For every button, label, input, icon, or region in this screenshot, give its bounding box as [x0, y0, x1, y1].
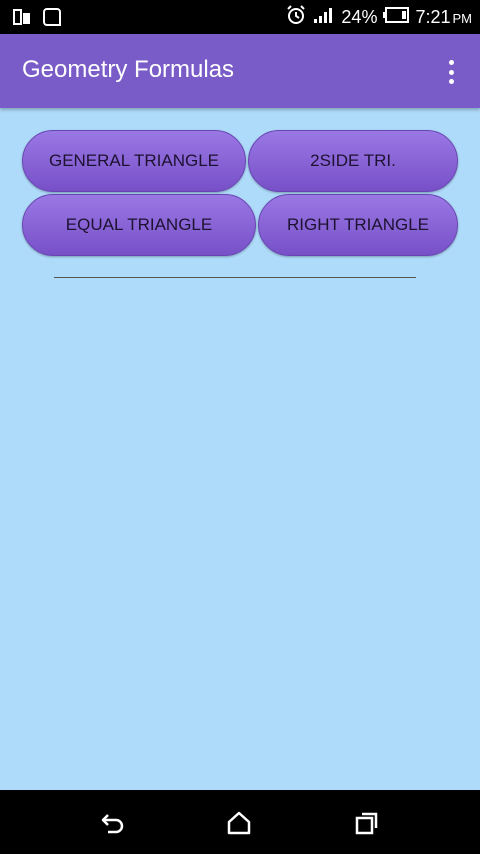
two-side-triangle-button[interactable]: 2SIDE TRI. — [248, 130, 458, 192]
signal-icon — [313, 6, 335, 29]
app-bar: Geometry Formulas — [0, 34, 480, 108]
overflow-menu-icon[interactable] — [442, 58, 460, 86]
recent-apps-icon[interactable] — [352, 808, 382, 838]
alarm-icon — [285, 4, 307, 31]
divider — [54, 277, 416, 278]
notification-icons — [12, 7, 62, 32]
status-bar: 24% 7:21 PM — [0, 0, 480, 34]
system-status: 24% 7:21 PM — [285, 0, 472, 34]
main-content: GENERAL TRIANGLE 2SIDE TRI. EQUAL TRIANG… — [0, 108, 480, 790]
equal-triangle-button[interactable]: EQUAL TRIANGLE — [22, 194, 256, 256]
battery-percent: 24% — [341, 6, 378, 27]
navigation-bar — [0, 790, 480, 854]
back-icon[interactable] — [98, 808, 128, 838]
dual-screen-icon — [12, 7, 32, 32]
right-triangle-button[interactable]: RIGHT TRIANGLE — [258, 194, 458, 256]
general-triangle-button[interactable]: GENERAL TRIANGLE — [22, 130, 246, 192]
clock: 7:21 PM — [415, 6, 472, 27]
home-icon[interactable] — [224, 808, 254, 838]
battery-icon — [383, 6, 410, 28]
app-title: Geometry Formulas — [22, 56, 235, 83]
app-notification-icon — [42, 7, 62, 32]
